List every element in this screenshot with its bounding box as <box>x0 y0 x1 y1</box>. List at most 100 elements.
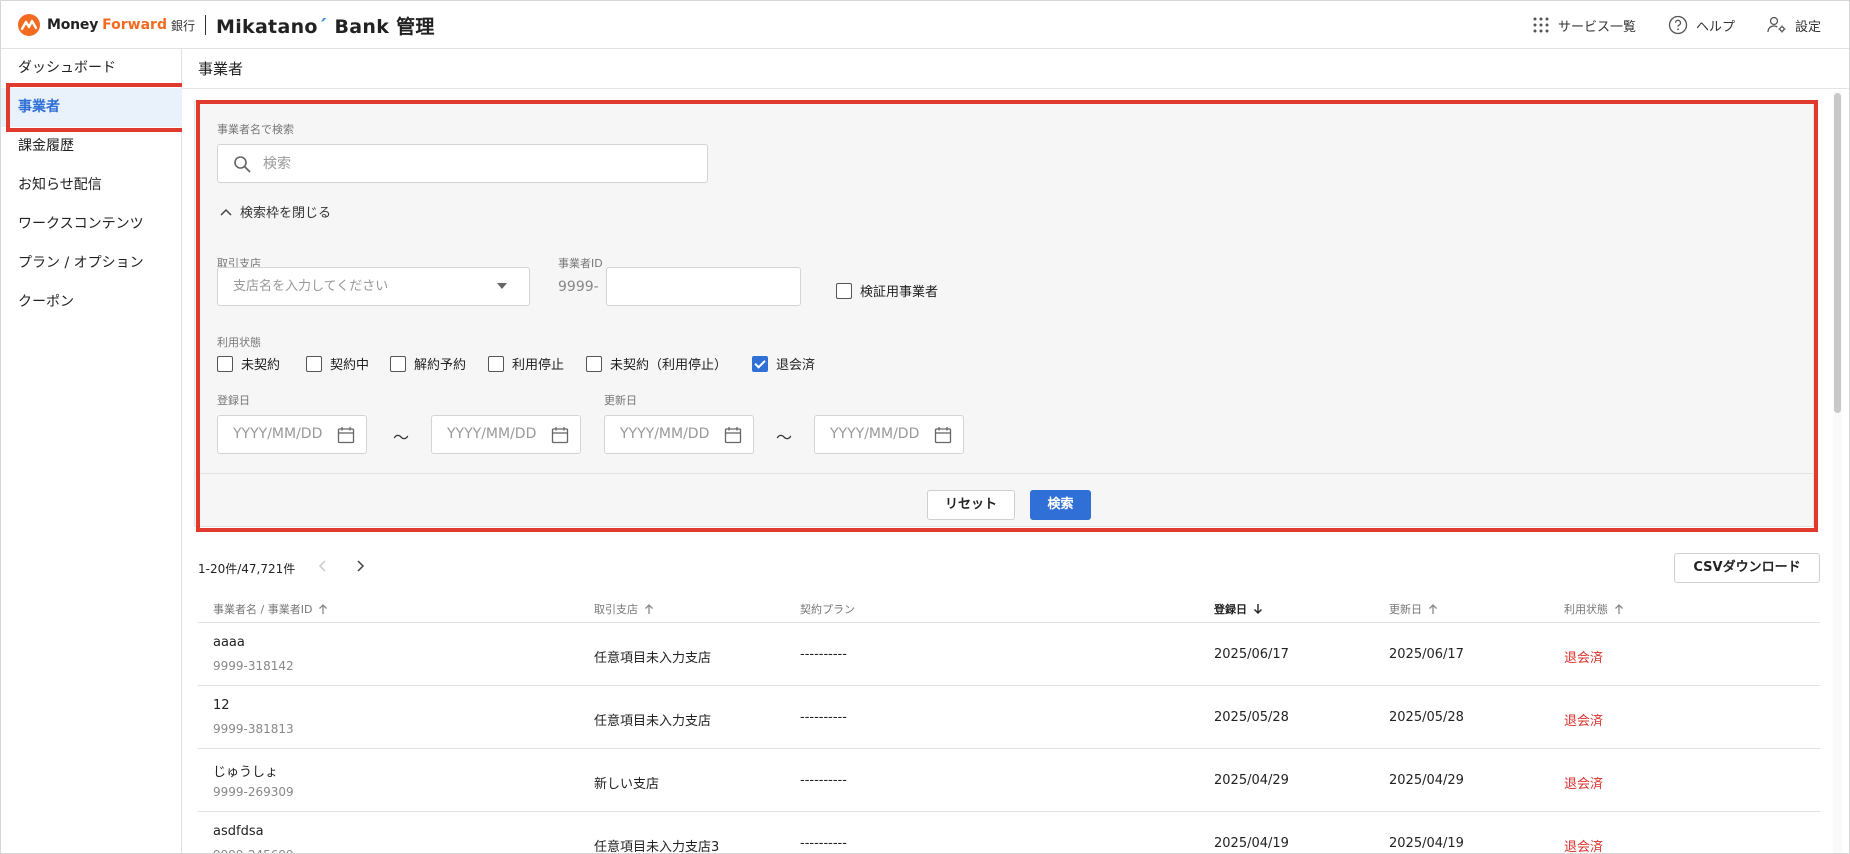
business-name[interactable]: aaaa <box>213 635 245 650</box>
table-row[interactable]: じゅうしょ 9999-269309 新しい支店 ---------- 2025/… <box>198 748 1820 811</box>
help-label: ヘルプ <box>1695 19 1735 35</box>
calendar-icon <box>551 427 569 444</box>
sidebar-item-notifications[interactable]: お知らせ配信 <box>1 166 182 205</box>
status-checkbox-contracted[interactable]: 契約中 <box>306 354 369 373</box>
status-badge: 退会済 <box>1564 714 1604 729</box>
sidebar-item-billing-history[interactable]: 課金履歴 <box>1 127 182 166</box>
header-actions: サービス一覧 ヘルプ 設定 <box>1500 13 1821 37</box>
status-checkbox-box[interactable] <box>306 355 322 372</box>
collapse-search-toggle[interactable]: 検索枠を閉じる <box>220 202 331 221</box>
branch-select[interactable]: 支店名を入力してください <box>217 267 530 306</box>
registered-date: 2025/06/17 <box>1214 647 1289 662</box>
column-header-label: 登録日 <box>1214 603 1247 616</box>
next-page-icon[interactable] <box>355 559 365 573</box>
grid-icon <box>1533 17 1549 33</box>
registered-to-date[interactable]: YYYY/MM/DD <box>431 415 581 454</box>
business-id-input[interactable] <box>606 267 801 306</box>
name-search-input[interactable] <box>263 153 683 175</box>
status-checkbox-box[interactable] <box>586 355 602 372</box>
column-header-name[interactable]: 事業者名 / 事業者ID <box>213 601 328 617</box>
table-row[interactable]: asdfdsa 9999-245699 任意項目未入力支店3 ---------… <box>198 811 1820 853</box>
logo-divider <box>204 15 206 35</box>
status-checkbox-box[interactable] <box>390 355 406 372</box>
calendar-icon <box>724 427 742 444</box>
user-settings-icon <box>1767 16 1786 33</box>
search-button[interactable]: 検索 <box>1030 490 1091 520</box>
updated-from-date[interactable]: YYYY/MM/DD <box>604 415 754 454</box>
sidebar-item-plans-options[interactable]: プラン / オプション <box>1 244 182 283</box>
product-name-a: Mikatano <box>215 15 318 38</box>
test-account-checkbox[interactable]: 検証用事業者 <box>836 281 938 300</box>
panel-footer-divider <box>194 473 1814 474</box>
status-checkbox-suspended[interactable]: 利用停止 <box>488 354 564 373</box>
updated-to-date[interactable]: YYYY/MM/DD <box>814 415 964 454</box>
business-id: 9999-269309 <box>213 785 294 799</box>
status-checkbox-not-contracted-suspended[interactable]: 未契約（利用停止） <box>586 354 727 373</box>
vertical-scrollbar-thumb[interactable] <box>1834 93 1841 413</box>
brand-logo[interactable]: Money Forward 銀行 Mikatano´ Bank 管理 <box>17 12 435 39</box>
sort-up-icon <box>645 604 653 614</box>
product-name: Mikatano´ Bank 管理 <box>216 12 435 39</box>
branch-name: 任意項目未入力支店 <box>594 651 712 666</box>
table-row[interactable]: aaaa 9999-318142 任意項目未入力支店 ---------- 20… <box>198 622 1820 685</box>
sidebar: ダッシュボード 事業者 課金履歴 お知らせ配信 ワークスコンテンツ プラン / … <box>1 49 186 853</box>
search-icon <box>234 156 251 173</box>
status-checkbox-label: 利用停止 <box>512 358 565 373</box>
title-divider <box>182 88 1849 89</box>
reset-button[interactable]: リセット <box>927 490 1015 520</box>
csv-download-button[interactable]: CSVダウンロード <box>1674 553 1820 583</box>
status-checkbox-cancel-reserved[interactable]: 解約予約 <box>390 354 466 373</box>
services-menu[interactable]: サービス一覧 <box>1532 16 1636 35</box>
column-header-plan: 契約プラン <box>800 601 855 617</box>
prev-page-icon[interactable] <box>318 559 328 573</box>
brand-forward: Forward <box>102 17 167 33</box>
branch-select-placeholder: 支店名を入力してください <box>233 279 389 294</box>
status-checkbox-not-contracted[interactable]: 未契約 <box>217 354 280 373</box>
registered-date-label: 登録日 <box>217 394 250 407</box>
updated-date: 2025/06/17 <box>1389 647 1464 662</box>
status-checkbox-box[interactable] <box>217 355 233 372</box>
brand-money: Money <box>47 17 99 33</box>
sidebar-item-coupons[interactable]: クーポン <box>1 283 182 322</box>
business-name[interactable]: asdfdsa <box>213 824 264 839</box>
status-checkbox-withdrawn[interactable]: 退会済 <box>752 354 815 373</box>
plan-name: ---------- <box>800 647 847 662</box>
status-badge: 退会済 <box>1564 651 1604 666</box>
money-forward-logo-icon <box>18 14 40 36</box>
sort-up-icon <box>319 604 328 614</box>
sidebar-item-works-contents[interactable]: ワークスコンテンツ <box>1 205 182 244</box>
status-checkbox-box[interactable] <box>488 355 504 372</box>
business-name[interactable]: じゅうしょ <box>213 761 278 780</box>
column-header-updated[interactable]: 更新日 <box>1389 601 1438 617</box>
calendar-icon <box>337 427 355 444</box>
column-header-status[interactable]: 利用状態 <box>1564 601 1624 617</box>
column-header-label: 利用状態 <box>1564 603 1608 616</box>
status-checkbox-label: 未契約 <box>241 358 281 373</box>
app-window: Money Forward 銀行 Mikatano´ Bank 管理 サービス一… <box>0 0 1850 854</box>
registered-date: 2025/04/29 <box>1214 773 1289 788</box>
caret-down-icon <box>497 283 507 289</box>
column-header-branch[interactable]: 取引支店 <box>594 601 654 617</box>
updated-date: 2025/04/29 <box>1389 773 1464 788</box>
page-title: 事業者 <box>198 60 244 78</box>
status-badge: 退会済 <box>1564 777 1604 792</box>
column-header-label: 事業者名 / 事業者ID <box>213 603 313 616</box>
name-search-field[interactable] <box>217 144 708 183</box>
settings-menu[interactable]: 設定 <box>1767 16 1821 35</box>
table-row[interactable]: 12 9999-381813 任意項目未入力支店 ---------- 2025… <box>198 685 1820 748</box>
status-checkbox-box-checked[interactable] <box>752 355 768 372</box>
range-separator: 〜 <box>393 428 410 447</box>
registered-from-date[interactable]: YYYY/MM/DD <box>217 415 367 454</box>
business-id: 9999-245699 <box>213 848 294 853</box>
sort-up-icon <box>1429 604 1437 614</box>
plan-name: ---------- <box>800 836 847 851</box>
column-header-registered[interactable]: 登録日 <box>1214 601 1263 617</box>
help-menu[interactable]: ヘルプ <box>1668 15 1735 35</box>
business-name[interactable]: 12 <box>213 698 230 713</box>
test-account-label: 検証用事業者 <box>860 285 939 300</box>
test-account-checkbox-box[interactable] <box>836 282 852 299</box>
calendar-icon <box>934 427 952 444</box>
product-name-b: Bank 管理 <box>334 15 435 38</box>
product-accent-mark: ´ <box>317 15 328 38</box>
column-header-label: 契約プラン <box>800 603 855 616</box>
